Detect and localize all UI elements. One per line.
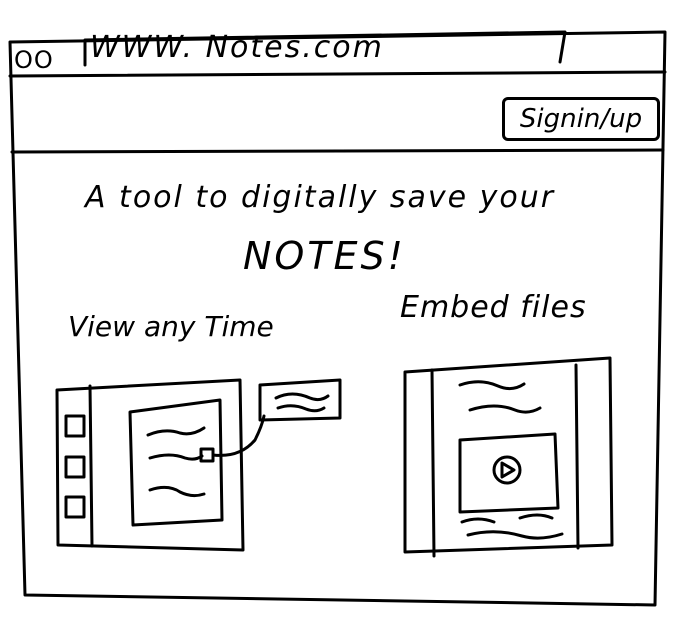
header-divider xyxy=(10,148,665,154)
hero-tagline: A tool to digitally save your xyxy=(85,180,556,215)
notes-viewer-sketch-icon xyxy=(55,378,342,552)
hero-highlight: NOTES! xyxy=(243,234,406,278)
feature-title-embed-files: Embed files xyxy=(400,290,587,325)
embedded-video-sketch-icon xyxy=(403,356,614,558)
feature-title-view-any-time: View any Time xyxy=(68,310,274,343)
url-address-field[interactable]: WWW. Notes.com xyxy=(90,30,384,65)
signin-signup-button[interactable]: Signin/up xyxy=(502,97,660,141)
address-bar-divider xyxy=(8,70,667,78)
window-control-dots: OO xyxy=(14,46,54,74)
